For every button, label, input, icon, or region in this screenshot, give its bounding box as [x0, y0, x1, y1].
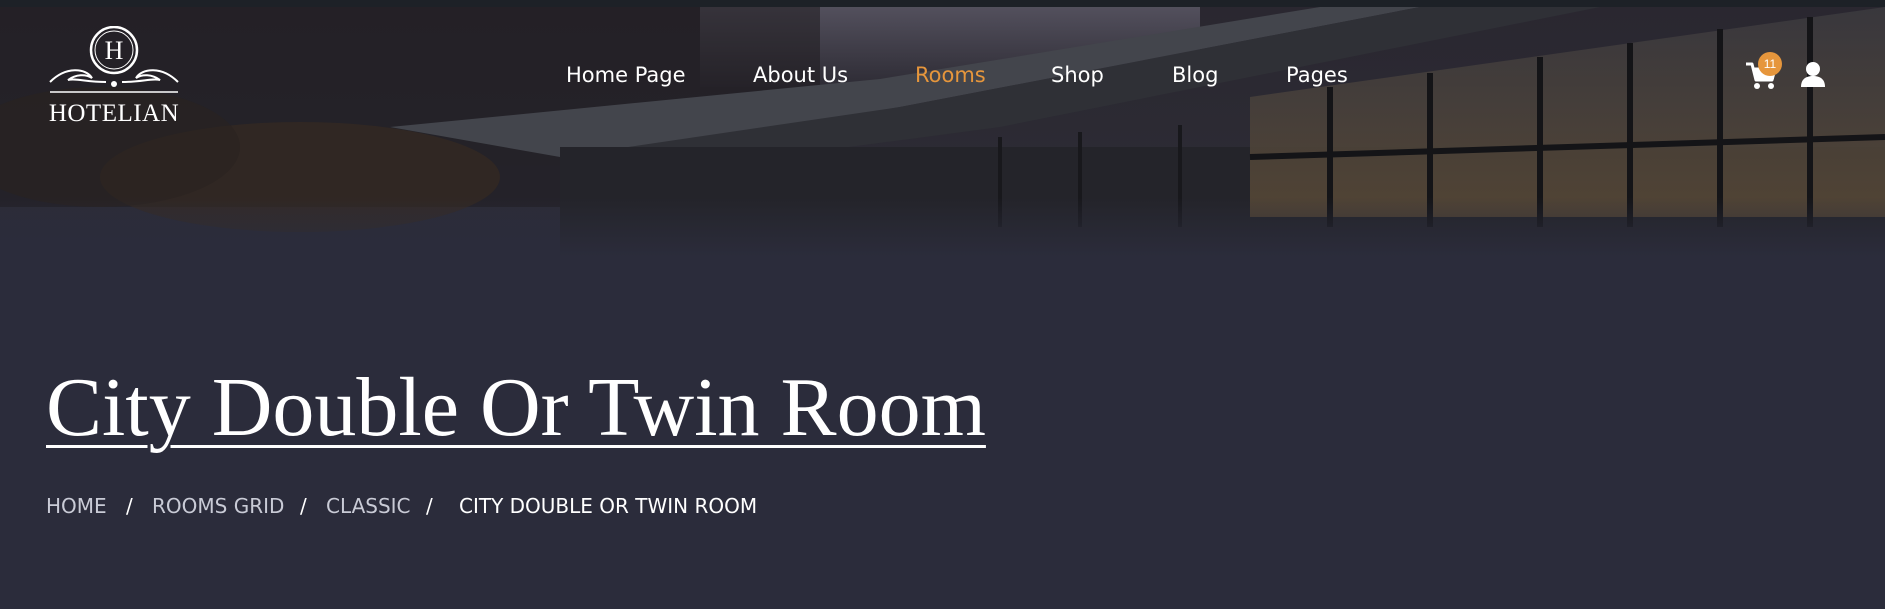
page-title[interactable]: City Double Or Twin Room [46, 358, 986, 458]
hero-fade [0, 197, 1885, 257]
top-strip [0, 0, 1885, 7]
logo-monogram: H [105, 36, 124, 65]
nav-item-shop[interactable]: Shop [1051, 58, 1104, 92]
nav-item-about-us[interactable]: About Us [753, 58, 848, 92]
nav-item-home-page[interactable]: Home Page [566, 58, 686, 92]
breadcrumb-separator: / [426, 494, 433, 518]
cart-count-badge: 11 [1758, 52, 1782, 76]
breadcrumb-current: CITY DOUBLE OR TWIN ROOM [459, 494, 758, 518]
logo-emblem-icon: H [49, 26, 179, 93]
user-icon [1801, 62, 1825, 87]
breadcrumb-home[interactable]: HOME [46, 490, 107, 522]
breadcrumb-separator: / [300, 494, 307, 518]
nav-item-blog[interactable]: Blog [1172, 58, 1218, 92]
hero-banner [0, 7, 1885, 257]
breadcrumb-classic[interactable]: CLASSIC [326, 490, 411, 522]
logo-text: HOTELIAN [48, 100, 180, 127]
account-button[interactable] [1800, 61, 1826, 89]
nav-item-rooms[interactable]: Rooms [915, 58, 986, 92]
nav-item-pages[interactable]: Pages [1286, 58, 1348, 92]
hotelian-logo[interactable]: H HOTELIAN [46, 26, 182, 132]
breadcrumb-separator: / [126, 494, 133, 518]
breadcrumb-rooms-grid[interactable]: ROOMS GRID [152, 490, 284, 522]
